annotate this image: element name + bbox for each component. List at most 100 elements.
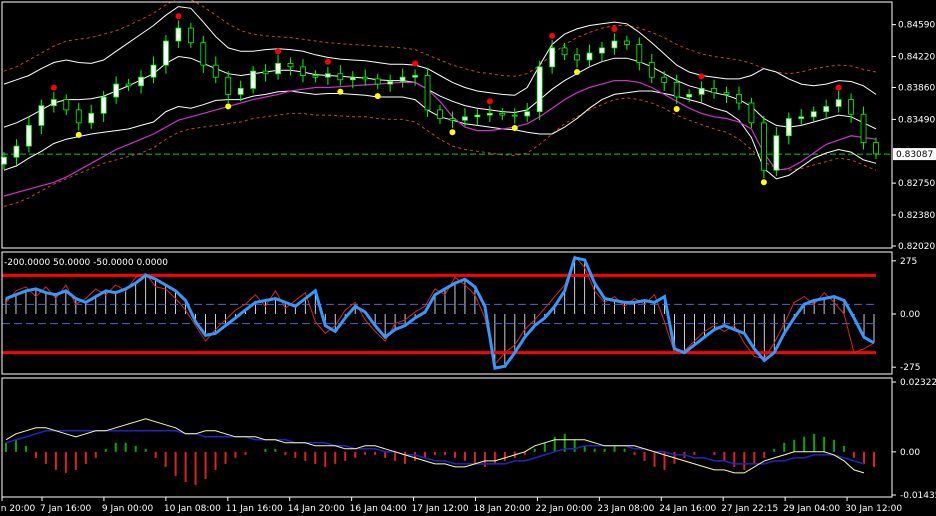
candle-body — [873, 142, 879, 155]
price-tick-label: 0.83490 — [898, 115, 935, 125]
fractal-up-dot — [698, 73, 705, 80]
cci-levels-label: -200.0000 50.0000 -50.0000 0.0000 — [4, 258, 168, 268]
candle-body — [835, 99, 842, 107]
cci-panel: -200.0000 50.0000 -50.0000 0.0000 — [2, 255, 876, 370]
candle-body — [113, 83, 120, 98]
current-price-label: 0.83087 — [896, 150, 933, 160]
candle-body — [200, 42, 207, 66]
candle-body — [312, 75, 319, 78]
x-tick-label: 16 Jan 04:00 — [350, 504, 407, 514]
candle-body — [287, 63, 294, 68]
price-panel — [1, 0, 892, 207]
panel-frame-0 — [1, 1, 893, 249]
candle-body — [661, 76, 668, 83]
x-tick-label: 7 Jan 16:00 — [40, 504, 92, 514]
candle-body — [437, 109, 443, 119]
candle-body — [50, 99, 57, 107]
candle-body — [125, 83, 132, 87]
fractal-up-dot — [275, 48, 282, 55]
candle-body — [736, 94, 742, 104]
candle-body — [100, 96, 107, 114]
panel-frame-2 — [1, 377, 893, 498]
candle-body — [63, 99, 70, 111]
price-tick-label: 0.82750 — [898, 179, 935, 189]
candle-body — [225, 76, 232, 95]
price-tick-label: 0.84220 — [898, 53, 935, 63]
fractal-up-dot — [835, 84, 842, 91]
candle-body — [785, 118, 792, 137]
candle-body — [561, 47, 568, 56]
macd-panel — [5, 418, 875, 485]
candle-body — [511, 114, 518, 117]
candle-body — [275, 63, 281, 75]
candle-body — [611, 40, 618, 49]
candle-body — [88, 112, 95, 124]
candle-body — [860, 113, 867, 144]
price-tick-label: 0.84590 — [898, 21, 935, 31]
candle-body — [237, 87, 244, 95]
x-tick-label: 14 Jan 20:00 — [288, 504, 345, 514]
candle-body — [536, 66, 543, 113]
candle-body — [387, 81, 394, 85]
candle-body — [636, 44, 643, 63]
candle-body — [349, 76, 356, 81]
candle-body — [648, 62, 655, 78]
x-tick-label: 10 Jan 08:00 — [164, 504, 221, 514]
candle-body — [673, 81, 680, 98]
fractal-up-dot — [611, 26, 618, 33]
candle-body — [686, 94, 693, 98]
fractal-up-dot — [486, 98, 493, 105]
fractal-down-dot — [75, 131, 82, 138]
fractal-down-dot — [673, 105, 680, 112]
candle-body — [798, 116, 805, 119]
x-tick-label: 24 Jan 16:00 — [659, 504, 716, 514]
candle-body — [698, 87, 705, 95]
candle-body — [848, 99, 854, 115]
candle-body — [499, 112, 506, 116]
x-tick-label: 17 Jan 12:00 — [412, 504, 469, 514]
candle-body — [138, 76, 144, 87]
candle-body — [250, 70, 257, 89]
candle-body — [773, 135, 780, 171]
candle-body — [362, 76, 369, 80]
fractal-down-dot — [449, 129, 456, 136]
candle-body — [723, 92, 730, 95]
fractal-down-dot — [574, 68, 581, 75]
macd-tick-label: 0.00 — [900, 448, 920, 458]
candle-body — [399, 76, 406, 82]
price-tick-label: 0.82380 — [898, 211, 935, 221]
fractal-up-dot — [324, 58, 331, 65]
x-tick-label: 29 Jan 04:00 — [783, 504, 840, 514]
macd-tick-label: 0.023226 — [900, 378, 936, 388]
candle-body — [324, 73, 331, 78]
price-tick-label: 0.83860 — [898, 84, 935, 94]
candle-body — [187, 27, 194, 44]
fractal-up-dot — [412, 60, 419, 67]
candle-body — [38, 105, 45, 126]
fractal-up-dot — [549, 32, 556, 39]
x-tick-label: 23 Jan 08:00 — [597, 504, 654, 514]
fractal-up-dot — [50, 84, 57, 91]
fractal-down-dot — [511, 124, 518, 131]
bollinger-lower-line — [3, 90, 877, 180]
candle-body — [623, 40, 630, 45]
candle-body — [337, 73, 344, 81]
cci-tick-label: 0.00 — [900, 310, 920, 320]
candle-body — [13, 145, 20, 158]
fractal-down-dot — [225, 103, 232, 110]
candle-body — [574, 54, 580, 61]
candle-body — [462, 116, 468, 121]
candle-body — [586, 52, 593, 61]
cci-red-line — [5, 255, 875, 366]
x-tick-label: 11 Jan 16:00 — [226, 504, 283, 514]
candle-body — [150, 64, 157, 78]
x-tick-label: 2 Jan 20:00 — [0, 504, 36, 514]
fractal-down-dot — [374, 93, 381, 100]
candle-body — [262, 70, 269, 75]
candle-body — [412, 75, 418, 78]
candle-body — [424, 75, 431, 111]
candle-body — [524, 111, 531, 117]
candle-body — [75, 109, 82, 124]
candle-body — [374, 78, 381, 85]
candle-body — [711, 87, 717, 94]
